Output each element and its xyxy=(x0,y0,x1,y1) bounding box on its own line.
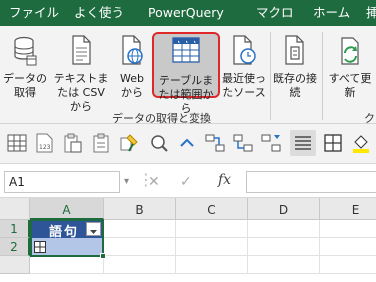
link-cells-icon[interactable] xyxy=(204,132,226,154)
tab-home[interactable]: ホーム xyxy=(313,4,350,24)
tab-favorites[interactable]: よく使う xyxy=(74,4,124,24)
column-header-b[interactable]: B xyxy=(104,198,176,220)
cell-c3[interactable] xyxy=(176,256,248,274)
from-text-csv-button[interactable]: テキストまたは CSV から xyxy=(50,32,112,113)
svg-text:123: 123 xyxy=(39,144,51,151)
ribbon: データの取得 テキストまたは CSV から Web から テーブルまたは範囲から… xyxy=(0,26,376,125)
fill-handle[interactable] xyxy=(100,253,106,259)
row-header-1[interactable]: 1 xyxy=(0,220,30,238)
format-painter-icon[interactable] xyxy=(118,132,140,154)
formula-input[interactable] xyxy=(246,171,376,193)
column-header-e[interactable]: E xyxy=(320,198,376,220)
recent-sources-icon xyxy=(233,35,256,65)
tab-powerquery[interactable]: PowerQuery xyxy=(148,4,224,24)
refresh-all-icon xyxy=(341,37,359,65)
ribbon-tab-bar: ファイル よく使う PowerQuery マクロ ホーム 挿 xyxy=(0,0,376,26)
text-csv-icon xyxy=(72,35,91,65)
from-web-button[interactable]: Web から xyxy=(114,32,150,99)
cell-b2[interactable] xyxy=(104,238,176,256)
paste-icon[interactable] xyxy=(62,132,84,154)
ribbon-separator xyxy=(270,32,271,120)
cell-a1-table-header[interactable]: 語句 xyxy=(31,220,103,240)
get-data-label: データの取得 xyxy=(3,72,47,99)
existing-connections-label: 既存の接続 xyxy=(273,72,317,99)
cell-e2[interactable] xyxy=(320,238,376,256)
cancel-entry-icon[interactable]: ✕ xyxy=(148,174,160,190)
refresh-all-button[interactable]: すべて更新 xyxy=(328,32,372,99)
cell-a3[interactable] xyxy=(30,256,104,274)
align-lines-icon xyxy=(295,136,311,150)
split-cells-icon[interactable] xyxy=(232,132,254,154)
recent-sources-label: 最近使ったソース xyxy=(222,72,266,99)
cell-d3[interactable] xyxy=(248,256,320,274)
quick-analysis-icon[interactable] xyxy=(34,241,46,253)
cell-e1[interactable] xyxy=(320,220,376,238)
fill-color-icon[interactable] xyxy=(350,132,372,154)
column-header-c[interactable]: C xyxy=(176,198,248,220)
cell-b1[interactable] xyxy=(104,220,176,238)
cell-d1[interactable] xyxy=(248,220,320,238)
worksheet-grid: A B C D E 1 2 語句 xyxy=(0,198,376,282)
row-header-2[interactable]: 2 xyxy=(0,238,30,256)
cell-d2[interactable] xyxy=(248,238,320,256)
existing-connections-icon xyxy=(285,35,304,65)
tab-macro[interactable]: マクロ xyxy=(256,4,294,24)
zoom-icon[interactable] xyxy=(148,132,170,154)
ribbon-separator xyxy=(322,32,323,120)
caret-up-icon[interactable] xyxy=(176,132,198,154)
existing-connections-button[interactable]: 既存の接続 xyxy=(273,32,317,99)
database-icon xyxy=(14,36,37,66)
borders-icon[interactable] xyxy=(322,132,344,154)
grid-table-icon[interactable] xyxy=(6,132,28,154)
select-all-corner[interactable] xyxy=(0,198,30,220)
clipboard-icon[interactable] xyxy=(90,132,112,154)
column-header-d[interactable]: D xyxy=(248,198,320,220)
table-range-icon xyxy=(172,37,200,63)
cell-b3[interactable] xyxy=(104,256,176,274)
get-data-button[interactable]: データの取得 xyxy=(2,32,48,99)
web-icon xyxy=(122,35,143,65)
name-box-dropdown-icon[interactable]: ▾ xyxy=(124,176,129,187)
confirm-entry-icon[interactable]: ✓ xyxy=(180,174,192,190)
filter-dropdown-button[interactable] xyxy=(86,222,101,236)
dropdown-arrow-icon xyxy=(90,230,97,234)
refresh-all-label: すべて更新 xyxy=(328,72,372,99)
from-text-csv-label: テキストまたは CSV から xyxy=(53,72,109,113)
filter-icon[interactable] xyxy=(260,132,282,154)
formula-bar: A1 ▾ ⋮ ✕ ✓ fx xyxy=(0,164,376,198)
column-header-a[interactable]: A xyxy=(30,198,104,220)
from-table-range-button[interactable]: テーブルまたは範囲から xyxy=(152,32,220,115)
from-web-label: Web から xyxy=(120,72,144,99)
tab-insert[interactable]: 挿 xyxy=(366,4,376,24)
row-header-3[interactable] xyxy=(0,256,30,274)
quick-access-toolbar: 123 xyxy=(0,124,376,164)
cell-c1[interactable] xyxy=(176,220,248,238)
align-text-button[interactable] xyxy=(290,130,316,156)
number-format-icon[interactable]: 123 xyxy=(34,132,56,154)
tab-file[interactable]: ファイル xyxy=(9,4,59,24)
cell-e3[interactable] xyxy=(320,256,376,274)
cell-c2[interactable] xyxy=(176,238,248,256)
insert-function-button[interactable]: fx xyxy=(218,172,231,188)
recent-sources-button[interactable]: 最近使ったソース xyxy=(221,32,267,99)
name-box[interactable]: A1 xyxy=(4,171,120,193)
